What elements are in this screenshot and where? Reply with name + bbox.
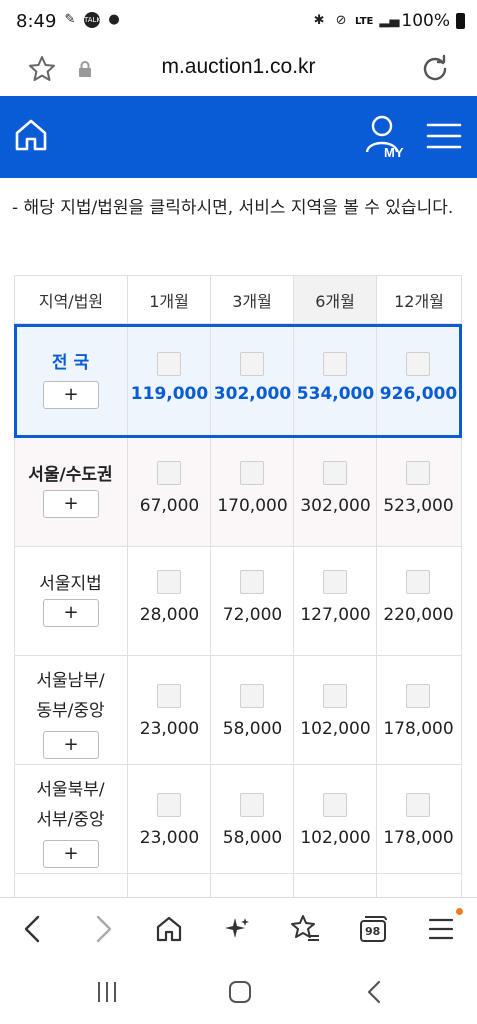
home-nav-icon[interactable] bbox=[225, 979, 255, 1005]
expand-region-button[interactable]: + bbox=[43, 381, 99, 409]
plan-price: 23,000 bbox=[139, 719, 200, 739]
tabs-icon[interactable]: 98 bbox=[356, 912, 390, 946]
hamburger-menu-icon[interactable] bbox=[426, 122, 462, 150]
back-icon[interactable] bbox=[16, 912, 50, 946]
my-page-button[interactable]: MY bbox=[362, 110, 410, 164]
plan-price: 534,000 bbox=[296, 384, 375, 404]
menu-icon[interactable] bbox=[424, 912, 458, 946]
my-label: MY bbox=[384, 145, 404, 160]
column-header: 6개월 bbox=[294, 275, 377, 324]
plan-checkbox[interactable] bbox=[157, 793, 181, 817]
home-icon[interactable] bbox=[152, 912, 186, 946]
plan-price: 523,000 bbox=[383, 496, 454, 516]
column-header: 3개월 bbox=[211, 275, 294, 324]
plan-checkbox[interactable] bbox=[240, 570, 264, 594]
plan-checkbox[interactable] bbox=[406, 684, 430, 708]
table-row[interactable]: 전 국 +119,000 302,000 534,000 926,000 bbox=[14, 324, 462, 438]
plan-checkbox[interactable] bbox=[323, 684, 347, 708]
plan-price: 119,000 bbox=[130, 384, 209, 404]
notification-dot bbox=[456, 908, 463, 915]
network-label: LTE bbox=[355, 15, 374, 27]
plan-price: 102,000 bbox=[300, 828, 371, 848]
status-time: 8:49 bbox=[16, 11, 57, 32]
back-nav-icon[interactable] bbox=[360, 979, 390, 1005]
table-row[interactable]: 서울북부/서부/중앙 +23,000 58,000 102,000 178,000 bbox=[14, 765, 462, 874]
plan-checkbox[interactable] bbox=[406, 570, 430, 594]
forward-icon[interactable] bbox=[86, 912, 120, 946]
region-name-line2[interactable]: 서부/중앙 bbox=[14, 807, 127, 833]
plan-price: 102,000 bbox=[300, 719, 371, 739]
expand-region-button[interactable]: + bbox=[43, 599, 99, 627]
chat-icon: ● bbox=[108, 12, 120, 27]
address-bar: m.auction1.co.kr bbox=[0, 44, 477, 96]
battery-percent: 100% bbox=[401, 11, 450, 31]
talk-icon: TALK bbox=[84, 12, 101, 28]
reload-icon[interactable] bbox=[419, 53, 451, 85]
plan-checkbox[interactable] bbox=[240, 793, 264, 817]
plan-price: 926,000 bbox=[379, 384, 458, 404]
plan-price: 23,000 bbox=[139, 828, 200, 848]
column-header: 지역/법원 bbox=[14, 275, 128, 324]
region-name[interactable]: 서울/수도권 bbox=[14, 462, 127, 488]
notice-text: - 해당 지법/법원을 클릭하시면, 서비스 지역을 볼 수 있습니다. bbox=[12, 198, 454, 218]
plan-price: 220,000 bbox=[383, 605, 454, 625]
plan-checkbox[interactable] bbox=[406, 461, 430, 485]
plan-checkbox[interactable] bbox=[157, 684, 181, 708]
plan-price: 302,000 bbox=[213, 384, 292, 404]
region-name-line2[interactable]: 동부/중앙 bbox=[14, 698, 127, 724]
plan-checkbox[interactable] bbox=[323, 793, 347, 817]
site-header: MY bbox=[0, 96, 477, 178]
table-row[interactable]: 서울/수도권 +67,000 170,000 302,000 523,000 bbox=[14, 438, 462, 547]
region-name[interactable]: 서울북부/ bbox=[14, 777, 127, 803]
table-row[interactable]: 서울남부/동부/중앙 +23,000 58,000 102,000 178,000 bbox=[14, 656, 462, 765]
dnd-icon: ⊘ bbox=[335, 13, 347, 28]
plan-checkbox[interactable] bbox=[323, 461, 347, 485]
table-row[interactable]: 서울지법 +28,000 72,000 127,000 220,000 bbox=[14, 547, 462, 656]
battery-icon bbox=[456, 13, 465, 29]
home-icon[interactable] bbox=[12, 116, 50, 154]
plan-checkbox[interactable] bbox=[323, 570, 347, 594]
signal-icon: ▂▄ bbox=[379, 13, 400, 28]
bluetooth-icon: ✱ bbox=[313, 13, 325, 28]
tabs-count: 98 bbox=[365, 925, 381, 938]
plan-checkbox[interactable] bbox=[157, 570, 181, 594]
recent-apps-icon[interactable] bbox=[92, 979, 122, 1005]
status-bar: 8:49 ✎ TALK ● ✱ ⊘ LTE ▂▄ 100% bbox=[0, 0, 477, 44]
notification-icon: ✎ bbox=[64, 12, 76, 27]
plan-price: 28,000 bbox=[139, 605, 200, 625]
plan-price: 178,000 bbox=[383, 828, 454, 848]
region-name[interactable]: 전 국 bbox=[14, 350, 127, 376]
region-name[interactable]: 서울지법 bbox=[14, 571, 127, 597]
plan-price: 302,000 bbox=[300, 496, 371, 516]
plan-checkbox[interactable] bbox=[240, 352, 264, 376]
sparkle-icon[interactable] bbox=[220, 912, 254, 946]
plan-checkbox[interactable] bbox=[406, 352, 430, 376]
browser-toolbar: 98 bbox=[0, 897, 477, 961]
bookmarks-icon[interactable] bbox=[288, 912, 322, 946]
plan-price: 72,000 bbox=[222, 605, 283, 625]
plan-checkbox[interactable] bbox=[240, 461, 264, 485]
system-nav-bar bbox=[0, 961, 477, 1024]
plan-price: 58,000 bbox=[222, 719, 283, 739]
url-text[interactable]: m.auction1.co.kr bbox=[0, 55, 477, 79]
column-header: 12개월 bbox=[377, 275, 462, 324]
plan-price: 127,000 bbox=[300, 605, 371, 625]
plan-price: 170,000 bbox=[217, 496, 288, 516]
plan-price: 58,000 bbox=[222, 828, 283, 848]
plan-checkbox[interactable] bbox=[240, 684, 264, 708]
plan-checkbox[interactable] bbox=[157, 352, 181, 376]
expand-region-button[interactable]: + bbox=[43, 731, 99, 759]
expand-region-button[interactable]: + bbox=[43, 490, 99, 518]
plan-checkbox[interactable] bbox=[157, 461, 181, 485]
plan-price: 178,000 bbox=[383, 719, 454, 739]
plan-price: 67,000 bbox=[139, 496, 200, 516]
plan-checkbox[interactable] bbox=[406, 793, 430, 817]
plan-checkbox[interactable] bbox=[323, 352, 347, 376]
column-header: 1개월 bbox=[128, 275, 211, 324]
region-name[interactable]: 서울남부/ bbox=[14, 668, 127, 694]
expand-region-button[interactable]: + bbox=[43, 840, 99, 868]
